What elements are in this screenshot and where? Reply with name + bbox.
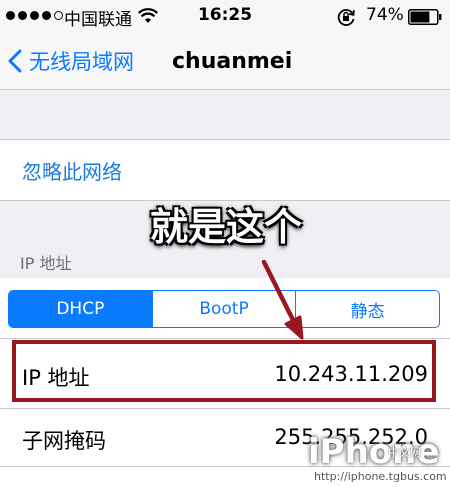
arrow-icon	[261, 259, 304, 340]
watermark-subtitle: 中文网	[388, 446, 421, 459]
watermark-url: http://iphone.tgbus.com	[314, 470, 447, 483]
